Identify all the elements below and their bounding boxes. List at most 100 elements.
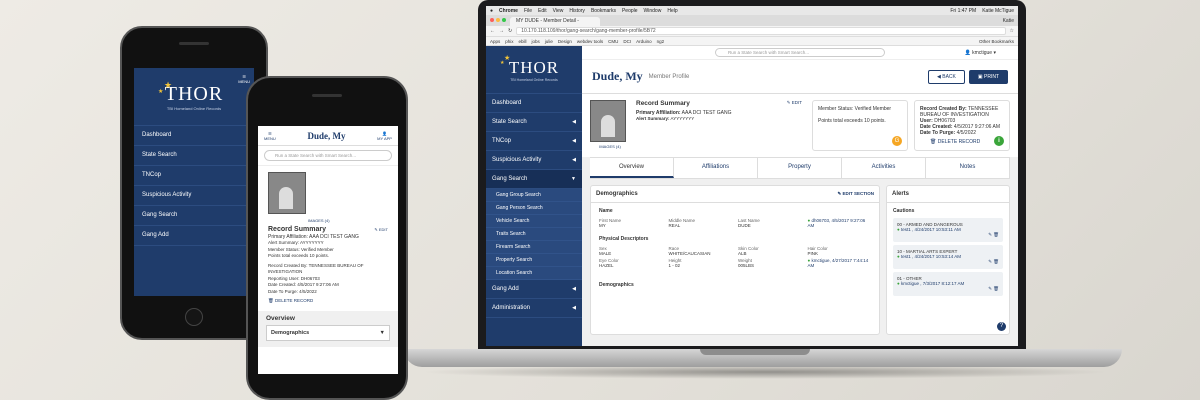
star-icon: ★ [158, 89, 164, 95]
sidebar-item-state-search[interactable]: State Search ◀ [486, 113, 582, 132]
smart-search-input[interactable]: Run a State Search with Smart Search... [264, 150, 392, 161]
menu-bookmarks[interactable]: Bookmarks [591, 8, 616, 14]
menu-people[interactable]: People [622, 8, 638, 14]
sidebar-item-gang-add[interactable]: Gang Add ◀ [486, 280, 582, 299]
back-icon[interactable]: ← [490, 28, 495, 34]
bookmark-item[interactable]: Apps [490, 39, 500, 44]
info-icon[interactable]: i [994, 136, 1004, 146]
help-icon[interactable]: ? [997, 322, 1006, 331]
demographics-panel: Demographics ✎ EDIT SECTION Name First Na… [590, 185, 880, 335]
nav-suspicious-activity[interactable]: Suspicious Activity [134, 186, 254, 206]
tab-property[interactable]: Property [758, 158, 842, 178]
tab-notes[interactable]: Notes [926, 158, 1010, 178]
nav-state-search[interactable]: State Search [134, 146, 254, 166]
sidebar-item-administration[interactable]: Administration ◀ [486, 299, 582, 318]
menu-window[interactable]: Window [644, 8, 662, 14]
print-button[interactable]: ▣ PRINT [968, 69, 1008, 84]
delete-record-button[interactable]: 🗑 DELETE RECORD [920, 139, 1004, 145]
menu-edit[interactable]: Edit [538, 8, 547, 14]
subnav-gang-person-search[interactable]: Gang Person Search [486, 202, 582, 215]
subnav-vehicle-search[interactable]: Vehicle Search [486, 215, 582, 228]
trash-icon[interactable]: 🗑 [993, 286, 999, 291]
sidebar-item-tncop[interactable]: TNCop ◀ [486, 132, 582, 151]
tab-activities[interactable]: Activities [842, 158, 926, 178]
edit-section-button[interactable]: ✎ EDIT SECTION [837, 191, 874, 197]
subnav-traits-search[interactable]: Traits Search [486, 228, 582, 241]
apple-icon[interactable]: ● [490, 8, 493, 14]
bookmark-item[interactable]: CMU [608, 39, 618, 44]
address-bar[interactable]: 10.170.118.109/thor/gang-search/gang-mem… [516, 27, 1006, 35]
other-bookmarks[interactable]: Other Bookmarks [979, 39, 1014, 44]
menu-help[interactable]: Help [667, 8, 677, 14]
nav-dashboard[interactable]: Dashboard [134, 126, 254, 146]
back-button[interactable]: ◀ BACK [928, 69, 965, 84]
bookmark-item[interactable]: julie [545, 39, 553, 44]
nav-gang-search[interactable]: Gang Search [134, 206, 254, 226]
nav-gang-add[interactable]: Gang Add [134, 226, 254, 246]
member-photo[interactable] [590, 100, 626, 142]
subnav-gang-group-search[interactable]: Gang Group Search [486, 189, 582, 202]
mac-user[interactable]: Katie McTigue [982, 8, 1014, 14]
menu-button[interactable]: ☰ MENU [238, 74, 250, 84]
bookmark-item[interactable]: Design [558, 39, 572, 44]
trash-icon[interactable]: 🗑 [993, 259, 999, 264]
edit-icon[interactable]: ✎ [988, 259, 992, 264]
bookmark-item[interactable]: ng2 [657, 39, 665, 44]
sidebar-item-dashboard[interactable]: Dashboard [486, 94, 582, 113]
browser-tab[interactable]: MY DUDE - Member Detail - [510, 17, 600, 26]
browser-profile[interactable]: Katie [999, 18, 1018, 26]
tab-overview[interactable]: Overview [590, 158, 674, 178]
zoom-window-icon[interactable] [502, 18, 506, 22]
trash-icon[interactable]: 🗑 [993, 232, 999, 237]
alert-author[interactable]: test1 , 4/24/2017 10:53:11 AM [901, 227, 961, 232]
sidebar-item-gang-search[interactable]: Gang Search ▼ [486, 170, 582, 189]
thor-app: ★ ★ THOR TBI Homeland Online Records Das… [486, 46, 1018, 346]
delete-record-button[interactable]: 🗑 DELETE RECORD [268, 298, 388, 305]
edited-by[interactable]: kmctigue, 4/27/2017 7:44:14 AM [808, 258, 869, 268]
images-link[interactable]: IMAGES (4) [590, 144, 630, 149]
edit-icon[interactable]: ✎ [988, 286, 992, 291]
field-value: HAZEL [599, 263, 614, 268]
bookmark-item[interactable]: Arduino [636, 39, 652, 44]
edit-summary-button[interactable]: ✎ EDIT [787, 100, 802, 106]
alert-author[interactable]: kmctigue , 7/3/2017 8:12:17 AM [901, 281, 964, 286]
menu-file[interactable]: File [524, 8, 532, 14]
subnav-firearm-search[interactable]: Firearm Search [486, 241, 582, 254]
forward-icon[interactable]: → [499, 28, 504, 34]
bookmark-item[interactable]: phix [505, 39, 513, 44]
edited-by[interactable]: dh06703, 4/5/2017 9:27:06 AM [808, 218, 866, 228]
subnav-property-search[interactable]: Property Search [486, 254, 582, 267]
bookmark-item[interactable]: DCI [623, 39, 631, 44]
menu-view[interactable]: View [553, 8, 564, 14]
menu-button[interactable]: ☰ MENU [264, 131, 276, 141]
sidebar: ★ ★ THOR TBI Homeland Online Records Das… [486, 46, 582, 346]
user-menu[interactable]: 👤 kmctigue ▾ [964, 50, 996, 56]
close-window-icon[interactable] [490, 18, 494, 22]
menu-chrome[interactable]: Chrome [499, 8, 518, 14]
sidebar-item-suspicious-activity[interactable]: Suspicious Activity ◀ [486, 151, 582, 170]
member-photo[interactable] [268, 172, 306, 214]
edit-label: EDIT [378, 227, 388, 232]
home-button[interactable] [185, 308, 203, 326]
subnav-location-search[interactable]: Location Search [486, 267, 582, 280]
thor-logo[interactable]: ★ ★ THOR TBI Homeland Online Records ☰ ME… [134, 68, 254, 126]
bookmark-item[interactable]: webdev tools [577, 39, 603, 44]
nav-tncop[interactable]: TNCop [134, 166, 254, 186]
edit-summary-button[interactable]: ✎ EDIT [374, 227, 388, 234]
demographics-dropdown[interactable]: Demographics ▼ [266, 324, 390, 341]
reload-icon[interactable]: ↻ [508, 28, 512, 34]
bookmark-item[interactable]: ebill [519, 39, 527, 44]
my-app-button[interactable]: 👤 MY APP [377, 131, 392, 141]
delete-label: DELETE RECORD [274, 298, 314, 303]
thor-logo[interactable]: ★ ★ THOR TBI Homeland Online Records [486, 46, 582, 94]
menu-history[interactable]: History [569, 8, 585, 14]
bookmark-item[interactable]: jobs [532, 39, 540, 44]
smart-search-input[interactable]: Run a State Search with Smart Search... [715, 48, 885, 57]
record-info-card: Record Created By: TENNESSEE BUREAU OF I… [914, 100, 1010, 151]
edit-icon[interactable]: ✎ [988, 232, 992, 237]
minimize-window-icon[interactable] [496, 18, 500, 22]
alert-author[interactable]: test1 , 4/24/2017 10:53:14 AM [901, 254, 961, 259]
alert-item: 10 - MARTIAL ARTS EXPERT ● test1 , 4/24/… [893, 245, 1003, 269]
star-icon[interactable]: ☆ [1010, 28, 1014, 34]
tab-affiliations[interactable]: Affiliations [674, 158, 758, 178]
